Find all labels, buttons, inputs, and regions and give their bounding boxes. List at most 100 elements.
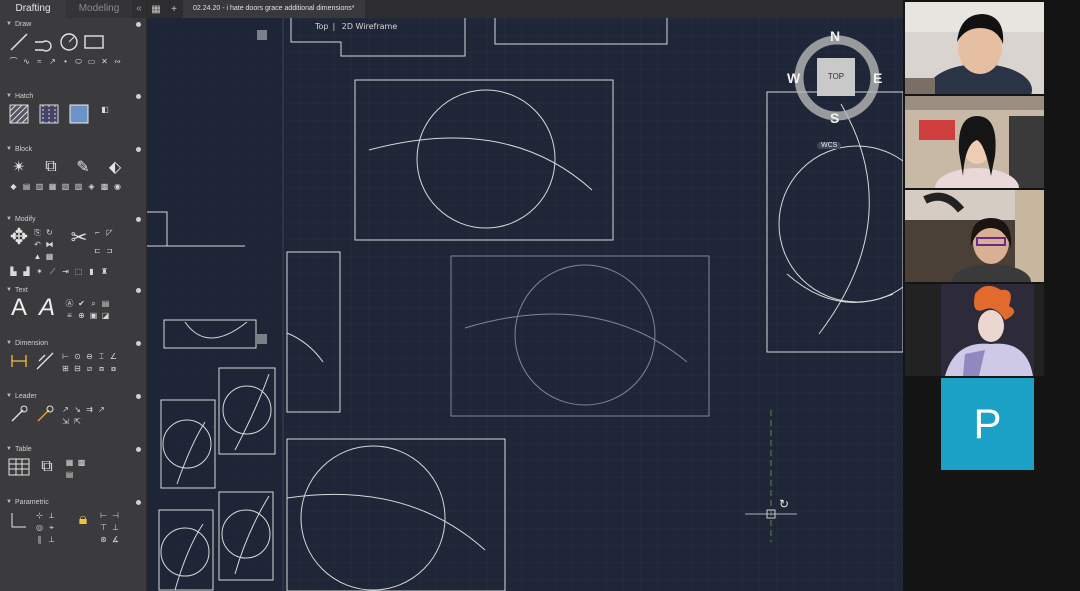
section-header-leader[interactable]: ▼ Leader xyxy=(0,390,147,402)
dim-space-icon[interactable]: ⊟ xyxy=(72,363,83,374)
edit-block-icon[interactable]: ✎ xyxy=(72,157,94,177)
lengthen-icon[interactable]: ⟋ xyxy=(47,266,58,277)
viewport-handle[interactable] xyxy=(257,334,267,344)
new-tab-icon[interactable]: + xyxy=(165,0,183,18)
dim-angular-icon[interactable]: ∠ xyxy=(108,351,119,362)
xline-icon[interactable]: ✕ xyxy=(99,56,110,67)
dim-diameter-icon[interactable]: ⊖ xyxy=(84,351,95,362)
vertical-constraint-icon[interactable]: ⊤ xyxy=(98,522,109,533)
text-justify-icon[interactable]: ≡ xyxy=(64,310,75,321)
leader-align-icon[interactable]: ⇉ xyxy=(84,404,95,415)
viewcube[interactable]: N S E W TOP xyxy=(787,28,885,126)
attr-sync-icon[interactable]: ▦ xyxy=(47,181,58,192)
options-dot-icon[interactable] xyxy=(136,146,141,152)
align-icon[interactable]: ⇥ xyxy=(60,266,71,277)
mtext-tool[interactable]: A xyxy=(8,294,30,321)
dim-break-icon[interactable]: ⧄ xyxy=(84,363,95,374)
file-grid-icon[interactable]: ▦ xyxy=(147,0,165,18)
options-dot-icon[interactable] xyxy=(136,287,141,293)
multileader-icon[interactable] xyxy=(8,404,30,424)
create-block-icon[interactable]: ✴ xyxy=(8,157,30,177)
compass-north[interactable]: N xyxy=(830,28,840,44)
participant-tile[interactable] xyxy=(905,96,1044,188)
ray-icon[interactable]: ↗ xyxy=(47,56,58,67)
dim-update-icon[interactable]: ⧈ xyxy=(96,363,107,374)
chamfer-icon[interactable]: ◸ xyxy=(104,227,115,238)
break-icon[interactable]: ▙ xyxy=(8,266,19,277)
rectangle-icon[interactable] xyxy=(83,32,105,52)
viewcube-top-face[interactable]: TOP xyxy=(817,58,855,96)
dim-ordinate-icon[interactable]: ⊞ xyxy=(60,363,71,374)
block-palette-icon[interactable]: ▩ xyxy=(99,181,110,192)
aligned-dimension-icon[interactable] xyxy=(34,351,56,371)
explode-icon[interactable]: ✶ xyxy=(34,266,45,277)
insert-block-icon[interactable]: ⧉ xyxy=(40,157,62,177)
lock-constraint-icon[interactable]: 🔒︎ xyxy=(72,510,94,530)
stretch-icon[interactable]: ⊐ xyxy=(104,245,115,256)
dim-continue-icon[interactable]: ⌶ xyxy=(96,351,107,362)
leader-add-icon[interactable]: ↗ xyxy=(60,404,71,415)
leader-edit-icon[interactable] xyxy=(34,404,56,424)
match-prop-icon[interactable]: ♜ xyxy=(99,266,110,277)
spline-icon[interactable]: ∿ xyxy=(21,56,32,67)
parallel-icon[interactable]: ∥ xyxy=(34,534,45,545)
table-icon[interactable] xyxy=(8,457,30,477)
leader-gather-icon[interactable]: ⇱ xyxy=(72,416,83,427)
wblock-icon[interactable]: ▧ xyxy=(60,181,71,192)
aligned-constraint-icon[interactable]: ⊥ xyxy=(110,522,121,533)
zoom-text-icon[interactable]: ⊕ xyxy=(76,310,87,321)
drawing-canvas[interactable]: ▦ + 02.24.20 - i hate doors grace additi… xyxy=(147,0,903,591)
coincident-icon[interactable]: ⊹ xyxy=(34,510,45,521)
edit-polyline-icon[interactable]: ⬚ xyxy=(73,266,84,277)
polyline-icon[interactable] xyxy=(33,32,55,52)
linear-constraint-icon[interactable]: ⊢ xyxy=(98,510,109,521)
fix-icon[interactable]: ⌖ xyxy=(46,522,57,533)
refedit-icon[interactable]: ▨ xyxy=(73,181,84,192)
offset-icon[interactable]: ⊏ xyxy=(92,245,103,256)
block-more-icon[interactable]: ◉ xyxy=(112,181,123,192)
leader-collect-icon[interactable]: ↗ xyxy=(96,404,107,415)
tab-modeling[interactable]: Modeling xyxy=(66,0,132,18)
data-link-icon[interactable]: ⧉ xyxy=(36,457,58,477)
boundary-icon[interactable] xyxy=(68,104,90,124)
trim-scissors-icon[interactable]: ✂ xyxy=(68,227,90,249)
concentric-icon[interactable]: ◎ xyxy=(34,522,45,533)
dim-baseline-icon[interactable]: ⊢ xyxy=(60,351,71,362)
participant-tile[interactable]: P xyxy=(905,378,1044,470)
options-dot-icon[interactable] xyxy=(136,93,141,99)
find-replace-icon[interactable]: ⌕ xyxy=(88,298,99,309)
visual-style-label[interactable]: 2D Wireframe xyxy=(342,22,398,31)
arc-icon[interactable]: ⌒ xyxy=(8,56,19,67)
hatch-icon[interactable] xyxy=(8,104,30,124)
options-dot-icon[interactable] xyxy=(136,340,141,346)
document-tab[interactable]: 02.24.20 - i hate doors grace additional… xyxy=(183,0,365,18)
text-style-icon[interactable]: Ⓐ xyxy=(64,298,75,309)
xref-icon[interactable]: ◈ xyxy=(86,181,97,192)
define-attr-icon[interactable]: ▤ xyxy=(21,181,32,192)
attr-edit-icon[interactable]: ▥ xyxy=(34,181,45,192)
wcs-menu[interactable]: WCS xyxy=(817,142,842,149)
participant-tile[interactable] xyxy=(905,284,1044,376)
leader-remove-icon[interactable]: ↘ xyxy=(72,404,83,415)
wipeout-icon[interactable]: ◧ xyxy=(98,104,112,115)
options-dot-icon[interactable] xyxy=(136,446,141,452)
collinear-icon[interactable]: ⟂ xyxy=(46,510,57,521)
section-header-block[interactable]: ▼ Block xyxy=(0,143,147,155)
draworder-icon[interactable]: ▮ xyxy=(86,266,97,277)
text-frame-icon[interactable]: ▣ xyxy=(88,310,99,321)
compass-south[interactable]: S xyxy=(830,110,839,126)
text-convert-icon[interactable]: ◪ xyxy=(100,310,111,321)
move-icon[interactable]: ✥ xyxy=(8,224,30,249)
section-header-hatch[interactable]: ▼ Hatch xyxy=(0,90,147,102)
single-line-text-tool[interactable]: A xyxy=(36,294,58,321)
view-direction-label[interactable]: Top xyxy=(315,22,329,31)
point-icon[interactable]: • xyxy=(60,56,71,67)
text-scale-icon[interactable]: ▤ xyxy=(100,298,111,309)
region-icon[interactable]: ▭ xyxy=(86,56,97,67)
scale-icon[interactable]: ▲ xyxy=(32,251,43,262)
options-dot-icon[interactable] xyxy=(136,499,141,505)
angular-constraint-icon[interactable]: ∡ xyxy=(110,534,121,545)
perpendicular-icon[interactable]: ⊥ xyxy=(46,534,57,545)
dim-radius-icon[interactable]: ⊙ xyxy=(72,351,83,362)
table-style-icon[interactable]: ▦ xyxy=(64,457,75,468)
